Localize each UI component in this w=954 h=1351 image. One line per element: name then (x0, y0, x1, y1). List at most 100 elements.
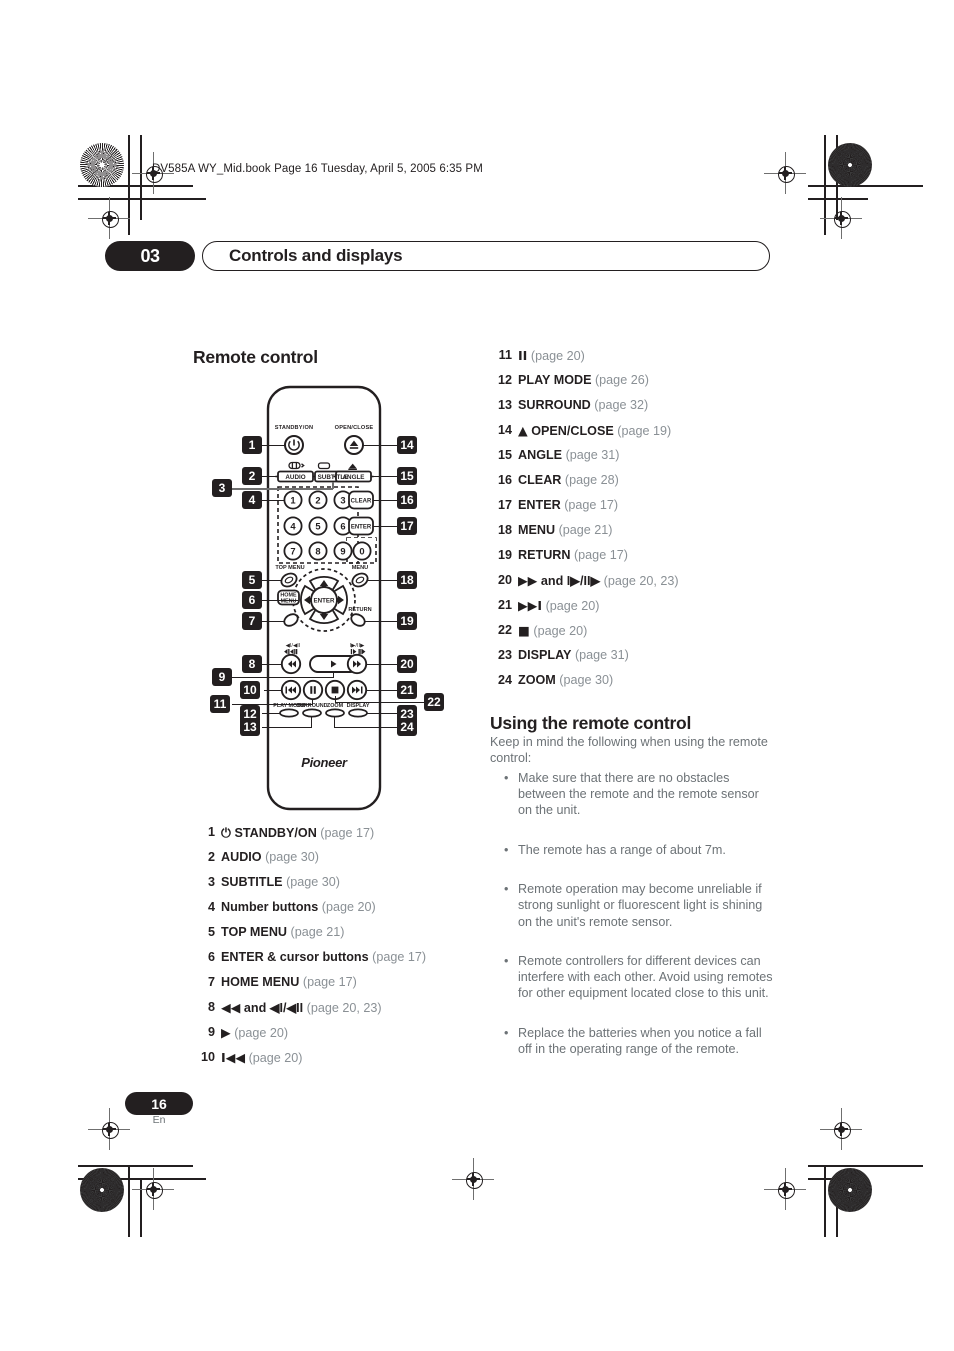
control-list-number: 16 (497, 473, 512, 487)
callout-16: 16 (397, 491, 417, 509)
control-list-number: 15 (497, 448, 512, 462)
remote-label-angle: ANGLE (342, 473, 365, 481)
registration-mark (820, 197, 862, 239)
page-reference: (page 20, 23) (603, 574, 679, 588)
page-reference: (page 17) (573, 548, 628, 562)
control-list-item: 10 I◀◀ (page 20) (193, 1050, 473, 1075)
control-name: STANDBY/ON (234, 826, 317, 840)
control-list-right: 11 II (page 20) 12 PLAY MODE (page 26) 13 SUR… (490, 348, 780, 698)
control-list-item: 17 ENTER (page 17) (490, 498, 780, 523)
control-symbol: ⏻ (221, 825, 231, 840)
page-reference: (page 31) (565, 448, 620, 462)
control-list-text: AUDIO (page 30) (221, 850, 319, 864)
control-name: ENTER & cursor buttons (221, 950, 369, 964)
control-list-text: ⏻ STANDBY/ON (page 17) (221, 825, 374, 841)
svg-text:1: 1 (290, 494, 295, 505)
page-reference: (page 26) (594, 373, 649, 387)
control-list-number: 10 (200, 1050, 215, 1064)
control-list-text: ZOOM (page 30) (518, 673, 613, 687)
control-list-item: 12 PLAY MODE (page 26) (490, 373, 780, 398)
control-list-item: 4 Number buttons (page 20) (193, 900, 473, 925)
control-list-number: 2 (207, 850, 215, 864)
callout-9: 9 (212, 668, 232, 686)
page-title: Remote control (193, 347, 318, 367)
page-reference: (page 20) (321, 900, 376, 914)
control-name: RETURN (518, 548, 571, 562)
control-list-number: 6 (207, 950, 215, 964)
control-list-number: 3 (207, 875, 215, 889)
control-name: AUDIO (221, 850, 262, 864)
bullet-marker: • (504, 771, 509, 785)
control-list-item: 14 ▲ OPEN/CLOSE (page 19) (490, 423, 780, 448)
starburst-mark (828, 1168, 872, 1212)
page-language: En (152, 1114, 166, 1126)
page-reference: (page 31) (574, 648, 629, 662)
svg-text:5: 5 (315, 520, 320, 531)
page-reference: (page 21) (290, 925, 345, 939)
bullet-marker: • (504, 882, 509, 897)
control-list-number: 12 (497, 373, 512, 387)
control-list-number: 21 (497, 598, 512, 612)
bullet-item: • Remote operation may become unreliable … (504, 881, 776, 930)
control-list-item: 11 II (page 20) (490, 348, 780, 373)
control-list-text: SUBTITLE (page 30) (221, 875, 340, 889)
control-list-item: 23 DISPLAY (page 31) (490, 648, 780, 673)
control-list-item: 20 ▶▶ and I▶/II▶ (page 20, 23) (490, 573, 780, 598)
control-list-text: RETURN (page 17) (518, 548, 628, 562)
control-list-item: 13 SURROUND (page 32) (490, 398, 780, 423)
svg-text:7: 7 (290, 545, 295, 556)
control-list-number: 4 (207, 900, 215, 914)
bullet-text: The remote has a range of about 7m. (518, 842, 726, 857)
control-list-item: 1 ⏻ STANDBY/ON (page 17) (193, 825, 473, 850)
control-list-text: DISPLAY (page 31) (518, 648, 629, 662)
control-list-number: 9 (207, 1025, 215, 1039)
control-list-text: ▶ (page 20) (221, 1025, 288, 1040)
svg-text:◀I/◀II: ◀I/◀II (286, 643, 301, 649)
callout-1: 1 (242, 436, 262, 454)
control-name: CLEAR (518, 473, 562, 487)
bullet-text: Replace the batteries when you notice a … (518, 1025, 762, 1056)
control-name: SUBTITLE (221, 875, 283, 889)
control-name: PLAY MODE (518, 373, 592, 387)
control-list-item: 19 RETURN (page 17) (490, 548, 780, 573)
subsection-title: Using the remote control (490, 713, 692, 733)
remote-control-diagram: 123 456 789 0 CLEAR ENTER ENTER HOME MEN… (190, 383, 455, 813)
control-name: SURROUND (518, 398, 591, 412)
control-list-number: 14 (497, 423, 512, 437)
registration-mark (452, 1158, 494, 1200)
page-reference: (page 30) (559, 673, 614, 687)
control-list-number: 22 (497, 623, 512, 637)
control-list-number: 11 (498, 348, 512, 362)
control-list-text: Number buttons (page 20) (221, 900, 376, 914)
control-symbol: ▶▶ (518, 573, 538, 588)
control-list-number: 7 (207, 975, 215, 989)
control-list-number: 18 (497, 523, 512, 537)
control-name: and ◀I/◀II (243, 1001, 304, 1015)
remote-label-display: DISPLAY (346, 703, 370, 709)
callout-17: 17 (397, 517, 417, 535)
subsection-intro: Keep in mind the following when using th… (490, 735, 768, 766)
remote-label-standby: STANDBY/ON (274, 425, 314, 431)
control-name: Number buttons (221, 900, 319, 914)
bullet-item: • The remote has a range of about 7m. (504, 842, 776, 858)
registration-mark (88, 197, 130, 239)
bullet-text: Remote operation may become unreliable i… (518, 882, 763, 929)
control-list-item: 2 AUDIO (page 30) (193, 850, 473, 875)
control-list-text: HOME MENU (page 17) (221, 975, 357, 989)
registration-mark (88, 1108, 130, 1150)
control-name: ANGLE (518, 448, 563, 462)
callout-4: 4 (242, 491, 262, 509)
control-symbol: ▶▶I (518, 598, 543, 613)
control-name: DISPLAY (518, 648, 572, 662)
callout-7: 7 (242, 612, 262, 630)
page-reference: (page 20) (545, 599, 600, 613)
pioneer-logo: Pioneer (301, 755, 347, 770)
page-reference: (page 19) (617, 424, 672, 438)
callout-3: 3 (212, 479, 232, 497)
remote-label-open-close: OPEN/CLOSE (334, 425, 374, 431)
chapter-bar: 03 Controls and displays (105, 241, 770, 271)
page-reference: (page 21) (558, 523, 613, 537)
svg-text:2: 2 (315, 494, 320, 505)
bullet-marker: • (504, 954, 509, 968)
svg-text:9: 9 (340, 545, 345, 556)
